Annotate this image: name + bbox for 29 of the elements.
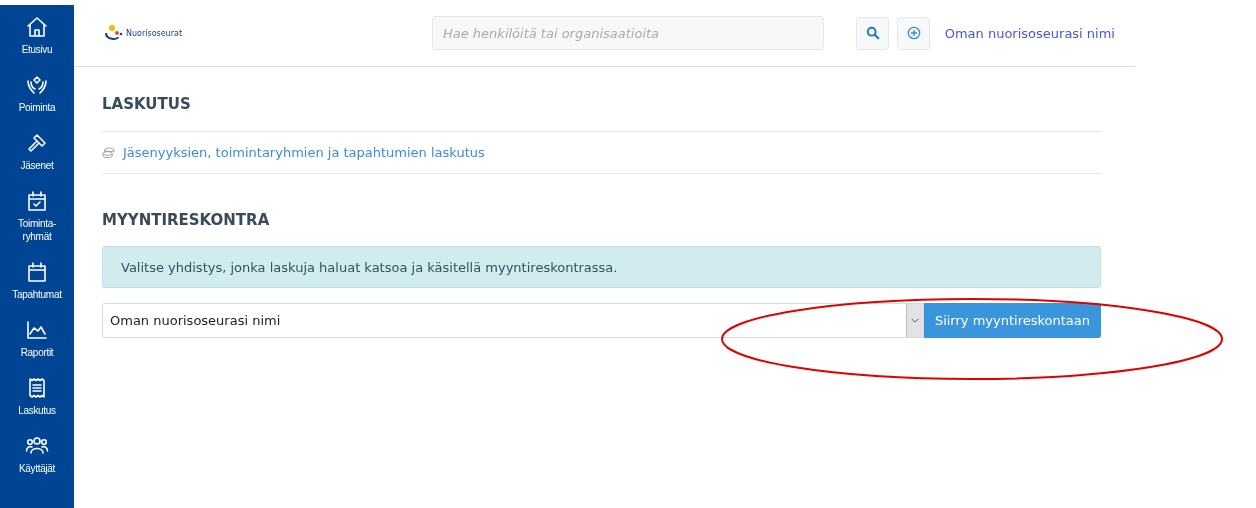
search-field[interactable]: Hae henkilöitä tai organisaatioita	[432, 16, 824, 50]
coins-icon	[102, 147, 115, 158]
section-title: MYYNTIRESKONTRA	[102, 211, 271, 229]
organization-link[interactable]: Oman nuorisoseurasi nimi	[944, 25, 1115, 41]
nav-item[interactable]: Laskutus	[7, 376, 67, 417]
billing-link[interactable]: Jäsenyyksien, toimintaryhmien ja tapahtumien laskutus	[123, 145, 485, 160]
caret-icon	[910, 318, 919, 323]
logo-icon	[104, 25, 124, 41]
add-button[interactable]	[897, 16, 930, 50]
search-button[interactable]	[856, 16, 889, 50]
nav-item[interactable]: Raportit	[7, 318, 67, 359]
info-alert: Valitse yhdistys, jonka laskuja haluat katsoa ja käsitellä myyntireskontrassa.	[102, 246, 1101, 288]
organization-select[interactable]: Oman nuorisoseurasi nimi	[102, 303, 924, 338]
section-title: LASKUTUS	[102, 95, 1101, 132]
home-icon	[25, 15, 49, 39]
hands-icon	[25, 73, 49, 97]
nav-item[interactable]: Jäsenet	[7, 131, 67, 172]
plus-circle-icon	[906, 26, 921, 40]
hammer-icon	[25, 131, 49, 155]
chart-icon	[25, 318, 49, 342]
logo[interactable]: Nuorisoseurat	[104, 25, 432, 41]
search-icon	[865, 26, 880, 40]
calendar-icon	[25, 260, 49, 284]
nav-item[interactable]: Toiminta-ryhmät	[7, 189, 67, 243]
nav-item[interactable]: Poiminta	[7, 73, 67, 114]
nav-item[interactable]: Tapahtumat	[7, 260, 67, 301]
nav-item[interactable]: Käyttäjät	[7, 434, 67, 475]
calendar-check-icon	[25, 189, 49, 213]
nav-item[interactable]: Etusivu	[7, 15, 67, 56]
